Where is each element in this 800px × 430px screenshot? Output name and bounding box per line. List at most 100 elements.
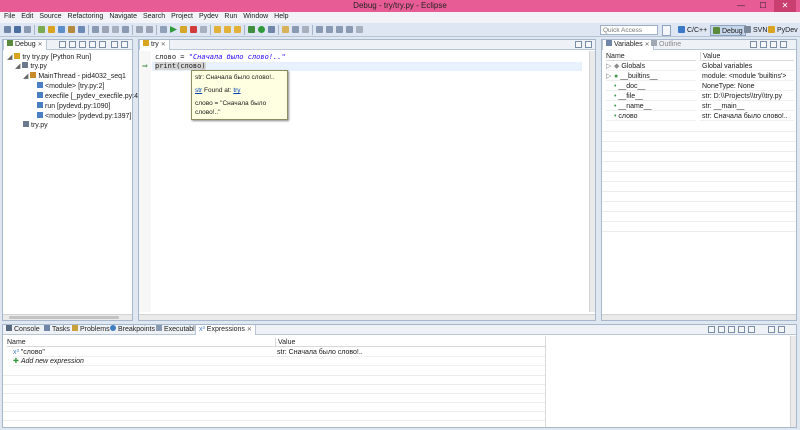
resume-icon[interactable] xyxy=(59,41,66,48)
collapse-all-icon[interactable] xyxy=(750,41,757,48)
expression-row[interactable]: x³ "слово" xyxy=(13,348,275,357)
tab-breakpoints[interactable]: Breakpoints xyxy=(107,325,158,335)
menu-run[interactable]: Run xyxy=(221,12,240,20)
menu-navigate[interactable]: Navigate xyxy=(106,12,140,20)
expression-value[interactable]: str: Сначала было слово!.. xyxy=(275,348,545,357)
variable-row[interactable]: ▷ ◆ Globals xyxy=(606,62,696,71)
stack-frame[interactable]: <module> [try.py:2] xyxy=(37,82,104,91)
horizontal-scrollbar[interactable] xyxy=(3,314,132,320)
step-into-icon[interactable] xyxy=(214,26,221,33)
tooltip-link-try[interactable]: try xyxy=(233,87,240,94)
stack-frame[interactable]: execfile [_pydev_execfile.py:44 xyxy=(37,92,142,101)
search-icon[interactable] xyxy=(78,26,85,33)
new-icon[interactable] xyxy=(4,26,11,33)
variable-value[interactable]: str: D:\\Projects\\try\\try.py xyxy=(700,92,794,101)
menu-source[interactable]: Source xyxy=(36,12,64,20)
horizontal-scrollbar[interactable] xyxy=(139,314,595,320)
variable-row[interactable]: • __name__ xyxy=(606,102,696,111)
quick-access-input[interactable]: Quick Access xyxy=(600,25,658,35)
step-filter-icon[interactable] xyxy=(136,26,143,33)
variable-value[interactable]: str: __main__ xyxy=(700,102,794,111)
open-perspective-icon[interactable] xyxy=(662,25,671,36)
perspective-debug[interactable]: Debug xyxy=(710,25,746,36)
close-icon[interactable]: ✕ xyxy=(38,42,43,48)
tab-editor-try[interactable]: try ✕ xyxy=(139,40,170,50)
stack-frame[interactable]: run [pydevd.py:1090] xyxy=(37,102,110,111)
maximize-view-icon[interactable] xyxy=(780,41,787,48)
menu-project[interactable]: Project xyxy=(168,12,196,20)
stack-frame[interactable]: <module> [pydevd.py:1397] xyxy=(37,112,131,121)
menu-refactoring[interactable]: Refactoring xyxy=(65,12,107,20)
forward-icon[interactable] xyxy=(346,26,353,33)
drop-frame-icon[interactable] xyxy=(146,26,153,33)
vertical-scrollbar[interactable] xyxy=(790,336,796,427)
horizontal-scrollbar[interactable] xyxy=(602,314,796,320)
pin-icon[interactable] xyxy=(302,26,309,33)
next-annotation-icon[interactable] xyxy=(316,26,323,33)
minimize-view-icon[interactable] xyxy=(575,41,582,48)
close-icon[interactable]: ✕ xyxy=(161,42,166,48)
pydev-project-icon[interactable] xyxy=(48,26,55,33)
column-header-value[interactable]: Value xyxy=(700,52,794,61)
tree-item-process[interactable]: try.py xyxy=(23,121,48,130)
add-expression-icon[interactable] xyxy=(708,326,715,333)
terminate-icon[interactable] xyxy=(190,26,197,33)
perspective-c-cpp[interactable]: C/C++ xyxy=(676,25,709,36)
code-line-1[interactable]: слово = "Сначала было слово!.." xyxy=(155,53,286,62)
print-icon[interactable] xyxy=(24,26,31,33)
build-icon[interactable] xyxy=(68,26,75,33)
minimize-view-icon[interactable] xyxy=(768,326,775,333)
close-button[interactable]: ✕ xyxy=(774,0,796,12)
tab-variables[interactable]: Variables ✕ xyxy=(602,40,654,50)
view-menu-icon[interactable] xyxy=(760,41,767,48)
disconnect-icon[interactable] xyxy=(200,26,207,33)
variable-row[interactable]: • __doc__ xyxy=(606,82,696,91)
suspend-icon[interactable] xyxy=(180,26,187,33)
editor-gutter[interactable] xyxy=(139,51,151,312)
variable-value[interactable]: module: <module 'builtins'> xyxy=(700,72,794,81)
last-edit-icon[interactable] xyxy=(356,26,363,33)
resume-icon[interactable] xyxy=(170,26,177,33)
tab-outline[interactable]: Outline xyxy=(648,40,684,50)
menu-edit[interactable]: Edit xyxy=(18,12,36,20)
step-return-icon[interactable] xyxy=(234,26,241,33)
tree-item-thread[interactable]: ◢ MainThread - pid4032_seq1 xyxy=(23,72,126,81)
open-type-icon[interactable] xyxy=(58,26,65,33)
column-header-name[interactable]: Name xyxy=(7,338,275,347)
skip-breakpoints-icon[interactable] xyxy=(92,26,99,33)
tab-debug[interactable]: Debug ✕ xyxy=(3,40,47,50)
maximize-view-icon[interactable] xyxy=(585,41,592,48)
external-tools-icon[interactable] xyxy=(268,26,275,33)
view-menu-icon[interactable] xyxy=(748,326,755,333)
column-header-value[interactable]: Value xyxy=(275,338,545,347)
menu-search[interactable]: Search xyxy=(140,12,168,20)
variable-row[interactable]: • слово xyxy=(606,112,696,121)
maximize-view-icon[interactable] xyxy=(778,326,785,333)
menu-window[interactable]: Window xyxy=(240,12,271,20)
skip-all-icon[interactable] xyxy=(160,26,167,33)
scrollbar-thumb[interactable] xyxy=(9,316,119,319)
prev-annotation-icon[interactable] xyxy=(326,26,333,33)
save-icon[interactable] xyxy=(14,26,21,33)
run-icon[interactable] xyxy=(258,26,265,33)
terminate-icon[interactable] xyxy=(69,41,76,48)
terminal-icon[interactable] xyxy=(112,26,119,33)
tab-expressions[interactable]: x³ Expressions ✕ xyxy=(195,325,256,335)
menu-file[interactable]: File xyxy=(0,12,18,20)
tree-item-process[interactable]: ◢ try.py xyxy=(15,62,47,71)
menu-pydev[interactable]: Pydev xyxy=(196,12,221,20)
minimize-view-icon[interactable] xyxy=(770,41,777,48)
debug-tool-icon[interactable] xyxy=(102,26,109,33)
variable-row[interactable]: • __file__ xyxy=(606,92,696,101)
vertical-scrollbar[interactable] xyxy=(589,51,595,312)
collapse-all-icon[interactable] xyxy=(738,326,745,333)
console-tool-icon[interactable] xyxy=(122,26,129,33)
debug-run-icon[interactable] xyxy=(248,26,255,33)
close-icon[interactable]: ✕ xyxy=(247,327,252,333)
maximize-button[interactable]: ☐ xyxy=(752,0,774,12)
minimize-view-icon[interactable] xyxy=(111,41,118,48)
column-header-name[interactable]: Name xyxy=(606,52,696,61)
pydev-module-icon[interactable] xyxy=(38,26,45,33)
open-folder-icon[interactable] xyxy=(282,26,289,33)
menu-help[interactable]: Help xyxy=(271,12,291,20)
